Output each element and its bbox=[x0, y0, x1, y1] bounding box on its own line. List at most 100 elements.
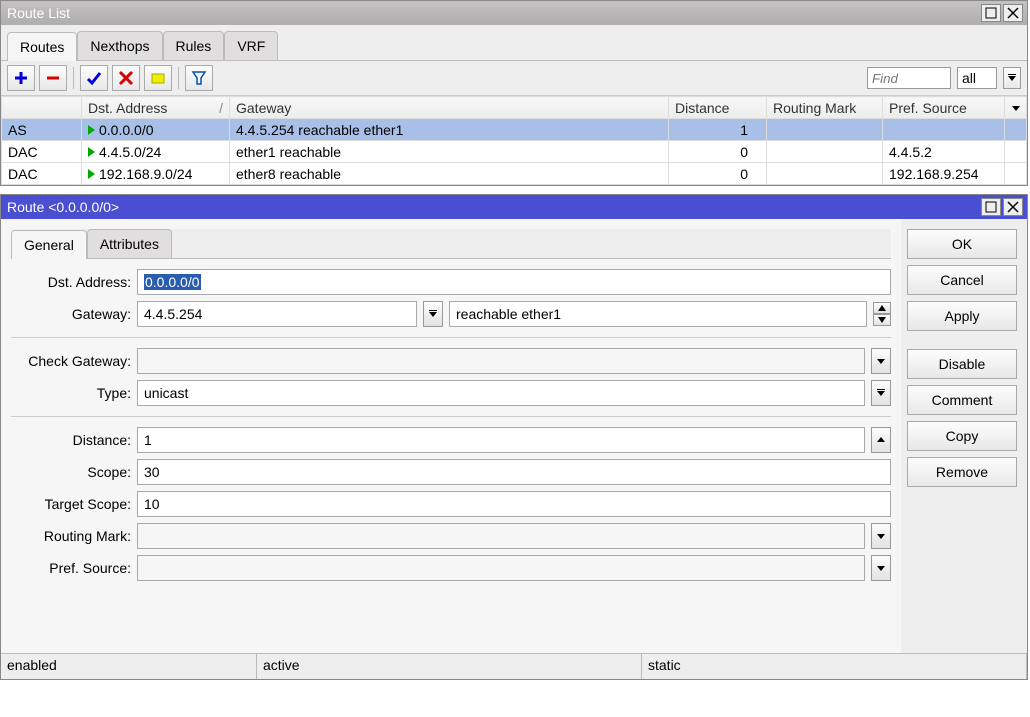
route-dialog-form: General Attributes Dst. Address: 0.0.0.0… bbox=[1, 219, 901, 653]
cell-pref-source: 192.168.9.254 bbox=[883, 163, 1005, 185]
label-dst: Dst. Address: bbox=[11, 274, 131, 290]
cell-pad bbox=[1005, 141, 1027, 163]
label-target-scope: Target Scope: bbox=[11, 496, 131, 512]
col-dst-address[interactable]: Dst. Address / bbox=[82, 97, 230, 119]
label-check-gateway: Check Gateway: bbox=[11, 353, 131, 369]
cell-routing-mark bbox=[767, 119, 883, 141]
cell-pref-source bbox=[883, 119, 1005, 141]
gateway-dropdown-icon[interactable] bbox=[423, 301, 443, 327]
scope-field[interactable]: 30 bbox=[137, 459, 891, 485]
cell-gateway: ether8 reachable bbox=[230, 163, 669, 185]
dialog-close-button[interactable] bbox=[1003, 198, 1023, 216]
disable-button[interactable]: Disable bbox=[907, 349, 1017, 379]
col-gateway[interactable]: Gateway bbox=[230, 97, 669, 119]
label-distance: Distance: bbox=[11, 432, 131, 448]
cell-pref-source: 4.4.5.2 bbox=[883, 141, 1005, 163]
active-icon bbox=[88, 169, 95, 179]
status-enabled: enabled bbox=[1, 654, 257, 679]
cell-dst: 192.168.9.0/24 bbox=[82, 163, 230, 185]
cell-dst: 0.0.0.0/0 bbox=[82, 119, 230, 141]
cell-flags: AS bbox=[2, 119, 82, 141]
label-scope: Scope: bbox=[11, 464, 131, 480]
minimize-button[interactable] bbox=[981, 4, 1001, 22]
cell-distance: 0 bbox=[669, 163, 767, 185]
status-static: static bbox=[642, 654, 1027, 679]
dialog-tab-general[interactable]: General bbox=[11, 230, 87, 259]
table-row[interactable]: DAC192.168.9.0/24ether8 reachable0 192.16… bbox=[2, 163, 1027, 185]
label-gateway: Gateway: bbox=[11, 306, 131, 322]
cell-distance: 1 bbox=[669, 119, 767, 141]
route-dialog-titlebar: Route <0.0.0.0/0> bbox=[1, 195, 1027, 219]
tab-nexthops[interactable]: Nexthops bbox=[77, 31, 162, 60]
col-menu[interactable] bbox=[1005, 97, 1027, 119]
dialog-side-buttons: OK Cancel Apply Disable Comment Copy Rem… bbox=[901, 219, 1027, 653]
copy-button[interactable]: Copy bbox=[907, 421, 1017, 451]
distance-collapse-icon[interactable] bbox=[871, 427, 891, 453]
comment-button[interactable]: Comment bbox=[907, 385, 1017, 415]
route-list-titlebar: Route List bbox=[1, 1, 1027, 25]
status-active: active bbox=[257, 654, 642, 679]
close-button[interactable] bbox=[1003, 4, 1023, 22]
apply-button[interactable]: Apply bbox=[907, 301, 1017, 331]
route-list-toolbar: all bbox=[1, 61, 1027, 96]
disable-button[interactable] bbox=[112, 65, 140, 91]
route-table-wrap: Dst. Address / Gateway Distance Routing … bbox=[1, 96, 1027, 185]
remove-button[interactable]: Remove bbox=[907, 457, 1017, 487]
active-icon bbox=[88, 125, 95, 135]
col-distance[interactable]: Distance bbox=[669, 97, 767, 119]
route-dialog-title: Route <0.0.0.0/0> bbox=[7, 199, 979, 215]
cancel-button[interactable]: Cancel bbox=[907, 265, 1017, 295]
cell-gateway: 4.4.5.254 reachable ether1 bbox=[230, 119, 669, 141]
pref-source-field[interactable] bbox=[137, 555, 865, 581]
filter-scope-select[interactable]: all bbox=[957, 67, 997, 89]
label-pref-source: Pref. Source: bbox=[11, 560, 131, 576]
col-routing-mark[interactable]: Routing Mark bbox=[767, 97, 883, 119]
route-dialog: Route <0.0.0.0/0> General Attributes Dst… bbox=[0, 194, 1028, 680]
filter-button[interactable] bbox=[185, 65, 213, 91]
remove-button[interactable] bbox=[39, 65, 67, 91]
status-bar: enabled active static bbox=[1, 653, 1027, 679]
filter-scope-dropdown-icon[interactable] bbox=[1003, 67, 1021, 89]
cell-flags: DAC bbox=[2, 163, 82, 185]
col-flags[interactable] bbox=[2, 97, 82, 119]
tab-vrf[interactable]: VRF bbox=[224, 31, 278, 60]
ok-button[interactable]: OK bbox=[907, 229, 1017, 259]
distance-field[interactable]: 1 bbox=[137, 427, 865, 453]
type-dropdown-icon[interactable] bbox=[871, 380, 891, 406]
cell-distance: 0 bbox=[669, 141, 767, 163]
gateway-status-field: reachable ether1 bbox=[449, 301, 867, 327]
add-button[interactable] bbox=[7, 65, 35, 91]
check-gateway-dropdown-icon[interactable] bbox=[871, 348, 891, 374]
label-routing-mark: Routing Mark: bbox=[11, 528, 131, 544]
enable-button[interactable] bbox=[80, 65, 108, 91]
comment-button[interactable] bbox=[144, 65, 172, 91]
dialog-minimize-button[interactable] bbox=[981, 198, 1001, 216]
cell-flags: DAC bbox=[2, 141, 82, 163]
gateway-down-icon[interactable] bbox=[873, 314, 891, 326]
gateway-up-icon[interactable] bbox=[873, 302, 891, 314]
routing-mark-dropdown-icon[interactable] bbox=[871, 523, 891, 549]
type-field[interactable]: unicast bbox=[137, 380, 865, 406]
cell-pad bbox=[1005, 119, 1027, 141]
cell-routing-mark bbox=[767, 141, 883, 163]
table-row[interactable]: AS0.0.0.0/04.4.5.254 reachable ether11 bbox=[2, 119, 1027, 141]
label-type: Type: bbox=[11, 385, 131, 401]
find-input[interactable] bbox=[867, 67, 951, 89]
cell-dst: 4.4.5.0/24 bbox=[82, 141, 230, 163]
routing-mark-field[interactable] bbox=[137, 523, 865, 549]
dialog-tab-attributes[interactable]: Attributes bbox=[87, 229, 172, 258]
route-list-tabs: Routes Nexthops Rules VRF bbox=[1, 25, 1027, 61]
cell-gateway: ether1 reachable bbox=[230, 141, 669, 163]
table-row[interactable]: DAC4.4.5.0/24ether1 reachable0 4.4.5.2 bbox=[2, 141, 1027, 163]
col-pref-source[interactable]: Pref. Source bbox=[883, 97, 1005, 119]
tab-rules[interactable]: Rules bbox=[163, 31, 225, 60]
dst-address-field[interactable]: 0.0.0.0/0 bbox=[137, 269, 891, 295]
target-scope-field[interactable]: 10 bbox=[137, 491, 891, 517]
gateway-field[interactable]: 4.4.5.254 bbox=[137, 301, 417, 327]
tab-routes[interactable]: Routes bbox=[7, 32, 77, 61]
check-gateway-field[interactable] bbox=[137, 348, 865, 374]
pref-source-dropdown-icon[interactable] bbox=[871, 555, 891, 581]
route-list-title: Route List bbox=[7, 5, 979, 21]
route-table: Dst. Address / Gateway Distance Routing … bbox=[1, 96, 1027, 185]
cell-pad bbox=[1005, 163, 1027, 185]
